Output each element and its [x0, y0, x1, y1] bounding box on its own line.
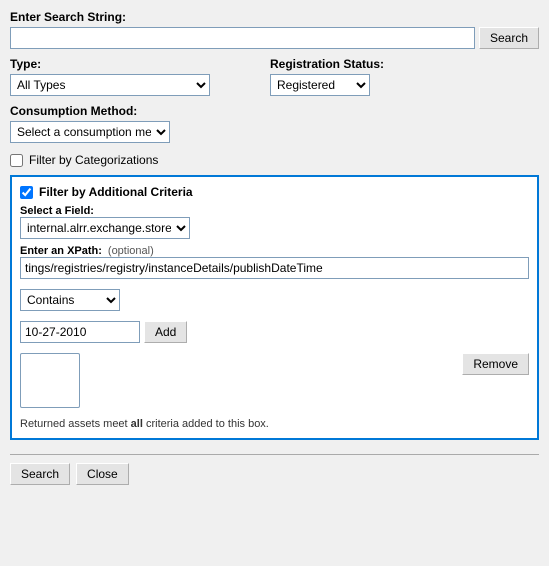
- filter-categorizations-checkbox[interactable]: [10, 154, 23, 167]
- registration-status-group: Registration Status: Registered: [270, 57, 384, 96]
- search-string-section: Enter Search String: Search: [10, 10, 539, 49]
- search-input[interactable]: [10, 27, 475, 49]
- additional-criteria-box: Filter by Additional Criteria Select a F…: [10, 175, 539, 440]
- consumption-method-section: Consumption Method: Select a consumption…: [10, 104, 539, 143]
- search-string-label: Enter Search String:: [10, 10, 539, 24]
- select-field-section: Select a Field: internal.alrr.exchange.s…: [20, 205, 529, 239]
- xpath-input[interactable]: [20, 257, 529, 279]
- xpath-label: Enter an XPath:: [20, 245, 102, 257]
- criteria-note: Returned assets meet all criteria added …: [20, 418, 529, 430]
- registration-status-label: Registration Status:: [270, 57, 384, 71]
- consumption-method-select[interactable]: Select a consumption method: [10, 121, 170, 143]
- type-status-row: Type: All Types Registration Status: Reg…: [10, 57, 539, 96]
- listbox-remove-row: Remove: [20, 353, 529, 408]
- note-end: criteria added to this box.: [143, 418, 269, 430]
- search-row: Search: [10, 27, 539, 49]
- note-start: Returned assets meet: [20, 418, 131, 430]
- type-field-group: Type: All Types: [10, 57, 210, 96]
- close-button[interactable]: Close: [76, 463, 129, 485]
- add-button[interactable]: Add: [144, 321, 187, 343]
- bottom-buttons-row: Search Close: [10, 454, 539, 485]
- remove-button[interactable]: Remove: [462, 353, 529, 375]
- xpath-section: Enter an XPath: (optional): [20, 245, 529, 279]
- filter-categorizations-row: Filter by Categorizations: [10, 153, 539, 167]
- additional-criteria-checkbox[interactable]: [20, 186, 33, 199]
- note-bold: all: [131, 418, 143, 430]
- criteria-listbox[interactable]: [20, 353, 80, 408]
- contains-row: Contains: [20, 289, 529, 311]
- search-button[interactable]: Search: [479, 27, 539, 49]
- bottom-search-button[interactable]: Search: [10, 463, 70, 485]
- type-label: Type:: [10, 57, 210, 71]
- select-field-label: Select a Field:: [20, 205, 529, 217]
- additional-criteria-title: Filter by Additional Criteria: [39, 185, 193, 199]
- value-input[interactable]: [20, 321, 140, 343]
- xpath-optional: (optional): [108, 245, 154, 257]
- registration-status-select[interactable]: Registered: [270, 74, 370, 96]
- criteria-title-row: Filter by Additional Criteria: [20, 185, 529, 199]
- contains-select[interactable]: Contains: [20, 289, 120, 311]
- consumption-method-label: Consumption Method:: [10, 104, 539, 118]
- value-add-row: Add: [20, 321, 529, 343]
- type-select[interactable]: All Types: [10, 74, 210, 96]
- filter-categorizations-label: Filter by Categorizations: [29, 153, 158, 167]
- select-field-dropdown[interactable]: internal.alrr.exchange.store: [20, 217, 190, 239]
- main-container: Enter Search String: Search Type: All Ty…: [0, 0, 549, 566]
- xpath-label-row: Enter an XPath: (optional): [20, 245, 529, 257]
